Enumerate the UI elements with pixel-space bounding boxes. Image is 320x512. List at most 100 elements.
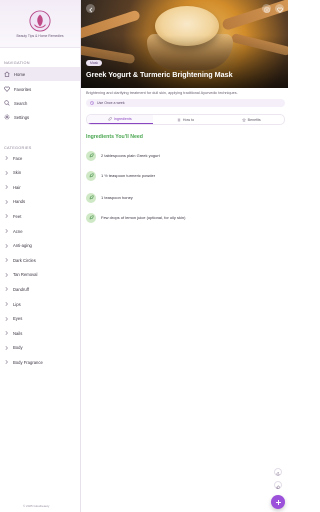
- categories-section-title: CATEGORIES: [4, 146, 32, 150]
- leaf-icon: [86, 212, 96, 223]
- category-tag: Mask: [86, 60, 103, 66]
- leaf-icon: [108, 117, 112, 121]
- copyright-text: © 2025 Glowbeauty: [23, 504, 50, 508]
- brand-logo: [29, 9, 51, 32]
- category-item-face[interactable]: Face: [0, 151, 80, 165]
- category-item-tan-removal[interactable]: Tan Removal: [0, 268, 80, 282]
- leaf-icon: [86, 192, 96, 203]
- brand-header: Beauty Tips & Home Remedies: [0, 0, 80, 48]
- category-item-eyes[interactable]: Eyes: [0, 312, 80, 326]
- share-icon: [264, 0, 270, 18]
- ingredient-text: 1 teaspoon honey: [101, 195, 133, 200]
- category-item-lips[interactable]: Lips: [0, 297, 80, 311]
- tab-benefits[interactable]: Benefits: [218, 115, 284, 124]
- search-icon: [4, 100, 10, 106]
- ingredient-text: 2 tablespoons plain Greek yogurt: [101, 153, 160, 158]
- category-item-anti-aging[interactable]: Anti-aging: [0, 239, 80, 253]
- recipe-title: Greek Yogurt & Turmeric Brightening Mask: [86, 70, 233, 79]
- category-label: Anti-aging: [13, 243, 32, 249]
- ingredient-text: 1 ½ teaspoon turmeric powder: [101, 173, 156, 178]
- recipe-detail: Mask Greek Yogurt & Turmeric Brightening…: [81, 0, 288, 512]
- arrow-left-icon: [88, 0, 94, 18]
- refresh-button[interactable]: [274, 468, 282, 476]
- ingredient-item: Few drops of lemon juice (optional, for …: [86, 211, 284, 224]
- category-item-body-fragrance[interactable]: Body Fragrance: [0, 355, 80, 369]
- ingredient-item: 2 tablespoons plain Greek yogurt: [86, 149, 284, 162]
- recipe-tabs: Ingredients How to Benefits: [86, 114, 285, 125]
- chevron-right-icon: [4, 331, 9, 336]
- usage-text: Use Once a week: [97, 101, 125, 105]
- tab-label: How to: [182, 117, 195, 122]
- nav-item-favorites[interactable]: Favorites: [0, 82, 80, 96]
- back-button[interactable]: [86, 4, 95, 13]
- tab-label: Ingredients: [113, 117, 132, 121]
- category-label: Dandruff: [13, 286, 29, 292]
- thumbs-up-icon: [276, 476, 280, 494]
- category-label: Hands: [13, 199, 26, 205]
- chevron-right-icon: [4, 199, 9, 204]
- category-label: Dark Circles: [13, 257, 36, 263]
- category-label: Face: [13, 155, 23, 161]
- nav-item-label: Favorites: [14, 86, 32, 92]
- leaf-icon: [86, 170, 96, 181]
- category-item-nails[interactable]: Nails: [0, 326, 80, 340]
- chevron-right-icon: [4, 243, 9, 248]
- like-button[interactable]: [274, 481, 282, 489]
- category-item-hair[interactable]: Hair: [0, 180, 80, 194]
- category-label: Feet: [13, 213, 22, 219]
- home-icon: [4, 71, 10, 77]
- chevron-right-icon: [4, 156, 9, 161]
- app-root: Beauty Tips & Home Remedies NAVIGATION H…: [0, 0, 288, 512]
- category-label: Tan Removal: [13, 272, 38, 278]
- nav-item-home[interactable]: Home: [0, 67, 80, 81]
- chevron-right-icon: [4, 272, 9, 277]
- category-item-dandruff[interactable]: Dandruff: [0, 282, 80, 296]
- category-label: Lips: [13, 301, 21, 307]
- nav-item-label: Settings: [14, 114, 30, 120]
- chevron-right-icon: [4, 229, 9, 234]
- ingredient-item: 1 ½ teaspoon turmeric powder: [86, 169, 284, 182]
- category-item-hands[interactable]: Hands: [0, 195, 80, 209]
- sidebar: Beauty Tips & Home Remedies NAVIGATION H…: [0, 0, 81, 512]
- category-item-acne[interactable]: Acne: [0, 224, 80, 238]
- nav-item-label: Home: [14, 71, 26, 77]
- category-label: Acne: [13, 228, 23, 234]
- nav-item-label: Search: [14, 100, 28, 106]
- tab-ingredients[interactable]: Ingredients: [87, 115, 153, 124]
- category-label: Skin: [13, 170, 22, 176]
- category-item-skin[interactable]: Skin: [0, 166, 80, 180]
- recipe-description: Brightening and clarifying treatment for…: [86, 91, 238, 95]
- tab-how-to[interactable]: How to: [153, 115, 219, 124]
- navigation-section-title: NAVIGATION: [4, 61, 30, 65]
- ingredient-item: 1 teaspoon honey: [86, 191, 284, 204]
- gear-icon: [4, 114, 10, 120]
- leaf-icon: [86, 150, 96, 161]
- chevron-right-icon: [4, 287, 9, 292]
- category-label: Body: [13, 345, 23, 351]
- favorite-button[interactable]: [275, 4, 284, 13]
- category-item-body[interactable]: Body: [0, 341, 80, 355]
- chevron-right-icon: [4, 185, 9, 190]
- chevron-right-icon: [4, 360, 9, 365]
- plus-icon: [275, 493, 282, 511]
- nav-item-search[interactable]: Search: [0, 96, 80, 110]
- category-label: Eyes: [13, 316, 23, 322]
- category-label: Nails: [13, 330, 23, 336]
- category-item-feet[interactable]: Feet: [0, 209, 80, 223]
- list-icon: [177, 118, 181, 122]
- chevron-right-icon: [4, 302, 9, 307]
- chevron-right-icon: [4, 170, 9, 175]
- add-button[interactable]: [271, 495, 285, 509]
- category-label: Hair: [13, 184, 21, 190]
- chevron-right-icon: [4, 258, 9, 263]
- nav-item-settings[interactable]: Settings: [0, 110, 80, 124]
- ingredients-heading: Ingredients You'll Need: [86, 134, 143, 140]
- tab-label: Benefits: [247, 117, 261, 122]
- category-label: Body Fragrance: [13, 359, 43, 365]
- share-button[interactable]: [262, 4, 271, 13]
- chevron-right-icon: [4, 316, 9, 321]
- category-item-dark-circles[interactable]: Dark Circles: [0, 253, 80, 267]
- chevron-right-icon: [4, 345, 9, 350]
- usage-frequency: Use Once a week: [86, 99, 285, 107]
- ingredient-text: Few drops of lemon juice (optional, for …: [101, 215, 186, 220]
